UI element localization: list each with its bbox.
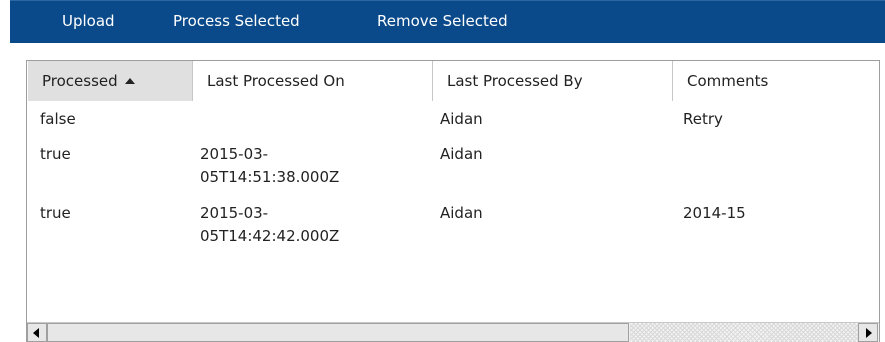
- column-header-label: Last Processed By: [447, 72, 583, 90]
- cell-last-processed-on: 2015-03- 05T14:51:38.000Z: [200, 145, 340, 186]
- scroll-right-icon: [866, 328, 872, 338]
- toolbar: Upload Process Selected Remove Selected: [10, 0, 885, 43]
- column-header-comments[interactable]: Comments: [673, 61, 878, 101]
- upload-button[interactable]: Upload: [62, 1, 115, 41]
- process-selected-button[interactable]: Process Selected: [173, 1, 300, 41]
- scroll-right-button[interactable]: [858, 323, 878, 342]
- cell-last-processed-by: Aidan: [440, 204, 483, 222]
- cell-comments: Retry: [683, 110, 723, 128]
- column-header-last-processed-on[interactable]: Last Processed On: [193, 61, 433, 101]
- sort-ascending-icon: [124, 78, 135, 84]
- cell-last-processed-on: 2015-03- 05T14:42:42.000Z: [200, 204, 340, 245]
- scrollbar-thumb[interactable]: [47, 323, 629, 342]
- cell-processed: false: [40, 110, 76, 128]
- cell-last-processed-by: Aidan: [440, 110, 483, 128]
- column-header-label: Comments: [687, 72, 769, 90]
- cell-processed: true: [40, 204, 71, 222]
- column-header-label: Processed: [42, 72, 118, 90]
- remove-selected-button[interactable]: Remove Selected: [377, 1, 508, 41]
- horizontal-scrollbar[interactable]: [27, 322, 879, 342]
- column-header-label: Last Processed On: [207, 72, 345, 90]
- scroll-left-button[interactable]: [27, 323, 47, 342]
- scrollbar-track[interactable]: [630, 323, 858, 342]
- column-header-processed[interactable]: Processed: [28, 61, 193, 101]
- column-header-last-processed-by[interactable]: Last Processed By: [433, 61, 673, 101]
- cell-last-processed-by: Aidan: [440, 145, 483, 163]
- data-grid: Processed Last Processed On Last Process…: [26, 60, 880, 342]
- cell-comments: 2014-15: [683, 204, 746, 222]
- scroll-left-icon: [33, 328, 39, 338]
- cell-processed: true: [40, 145, 71, 163]
